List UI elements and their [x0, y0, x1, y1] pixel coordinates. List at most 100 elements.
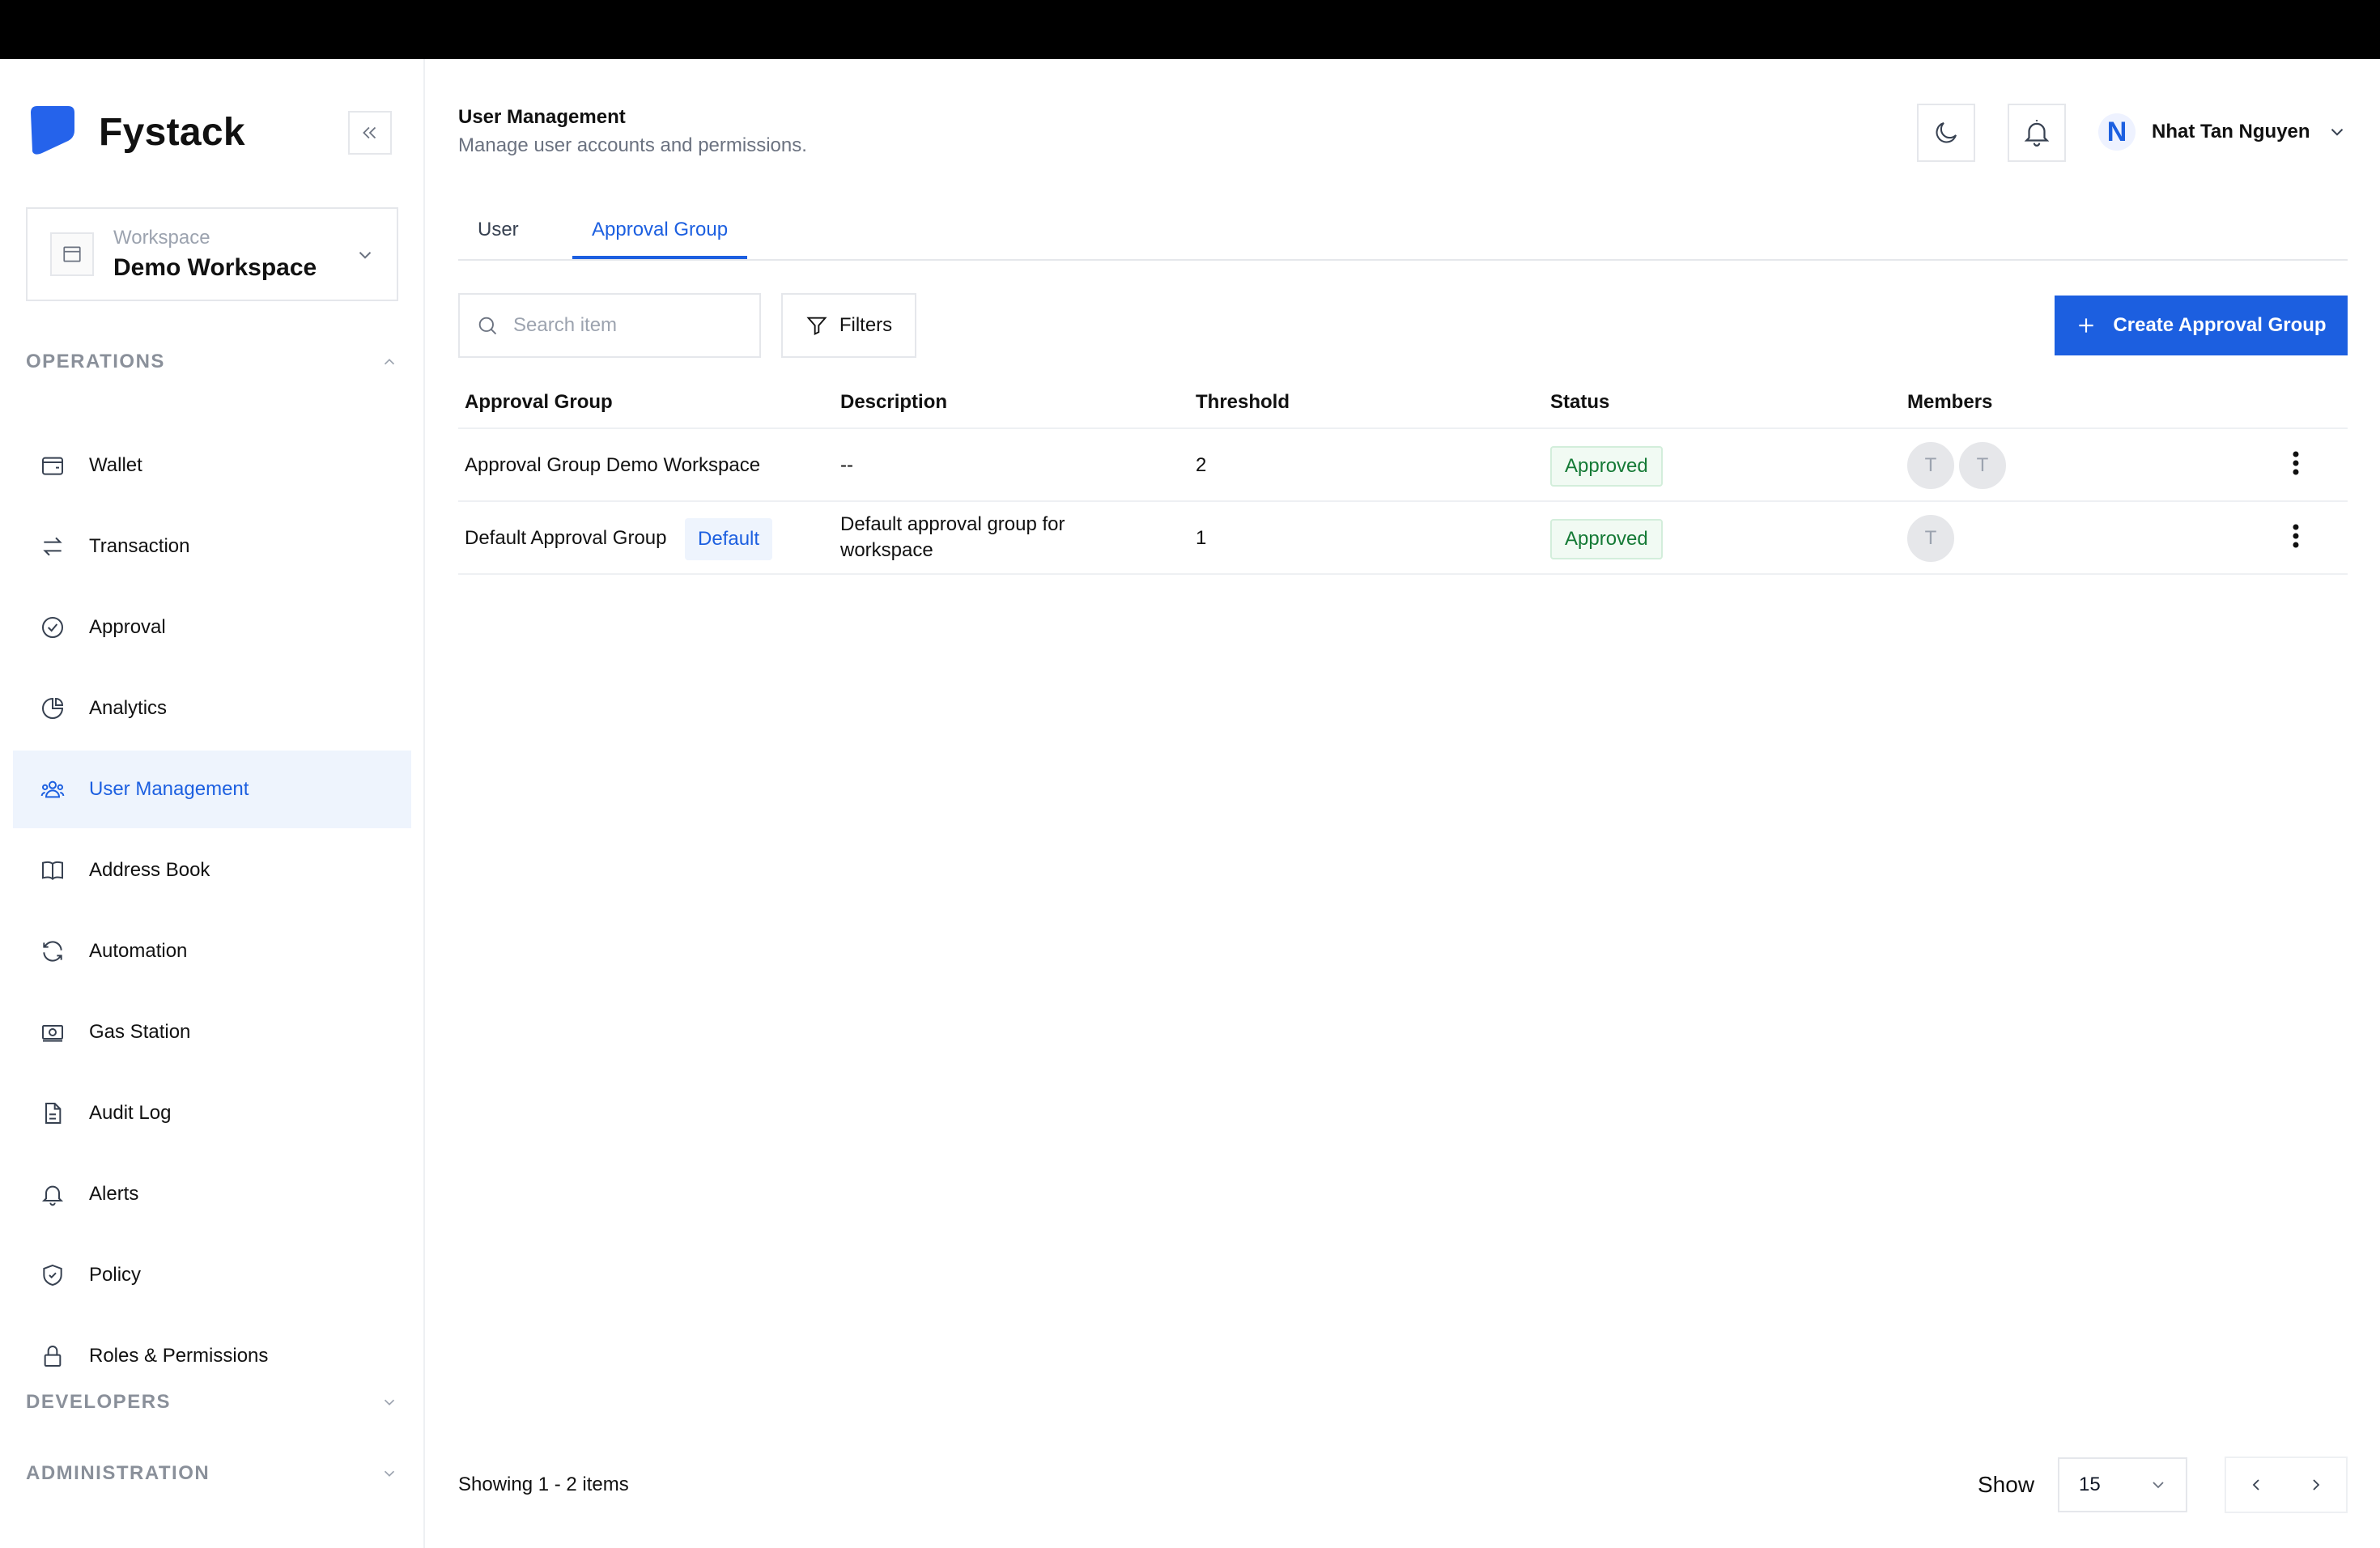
member-avatar: T: [1905, 512, 1957, 564]
section-administration[interactable]: ADMINISTRATION: [26, 1462, 398, 1485]
sidebar-item-label: Audit Log: [89, 1102, 172, 1124]
page-size-select[interactable]: 15: [2058, 1457, 2187, 1512]
transfer-arrows-icon: [37, 531, 68, 562]
member-avatar: T: [1957, 440, 2008, 491]
column-header-description: Description: [840, 391, 948, 413]
filters-label: Filters: [839, 314, 893, 336]
avatar: N: [2098, 113, 2136, 151]
chevron-down-icon: [359, 252, 372, 259]
sidebar-item-label: Approval: [89, 616, 166, 638]
row-divider: [458, 573, 2348, 575]
brand-name: Fystack: [99, 110, 245, 154]
sidebar-item-approval[interactable]: Approval: [13, 589, 411, 666]
column-header-threshold: Threshold: [1196, 391, 1290, 413]
chevron-down-icon: [2153, 1482, 2164, 1489]
section-developers[interactable]: DEVELOPERS: [26, 1391, 398, 1414]
page-size-label: Show: [1978, 1472, 2035, 1497]
moon-icon: [1936, 121, 1957, 143]
sidebar-item-label: Transaction: [89, 535, 190, 557]
sidebar-item-address-book[interactable]: Address Book: [13, 831, 411, 909]
section-operations[interactable]: OPERATIONS: [26, 351, 398, 373]
chevron-down-icon: [384, 1399, 395, 1406]
search-icon: [478, 317, 497, 335]
bell-icon: [2024, 120, 2050, 147]
lock-icon: [37, 1341, 68, 1372]
next-page-button[interactable]: [2306, 1475, 2326, 1495]
section-operations-label: OPERATIONS: [26, 351, 165, 372]
group-name: Approval Group Demo Workspace: [465, 454, 761, 476]
brand-logo[interactable]: Fystack: [31, 106, 245, 158]
sidebar-item-audit-log[interactable]: Audit Log: [13, 1074, 411, 1152]
sidebar-item-label: Wallet: [89, 454, 142, 476]
chevron-down-icon: [2331, 129, 2343, 136]
check-circle-icon: [37, 612, 68, 643]
header-divider: [458, 427, 2348, 429]
section-administration-label: ADMINISTRATION: [26, 1462, 210, 1484]
search-box: [458, 293, 761, 358]
wallet-icon: [37, 450, 68, 481]
sidebar-item-roles-permissions[interactable]: Roles & Permissions: [13, 1317, 411, 1395]
workspace-label: Workspace: [113, 227, 210, 249]
users-icon: [37, 774, 68, 805]
tab-approval-group[interactable]: Approval Group: [572, 219, 748, 259]
chevron-right-icon: [2313, 1479, 2320, 1491]
sidebar: Fystack Workspace Demo Workspace OPERATI…: [0, 59, 425, 1548]
tab-user[interactable]: User: [478, 219, 519, 256]
default-badge: Default: [685, 518, 773, 560]
group-threshold: 2: [1196, 454, 1207, 476]
create-approval-group-button[interactable]: Create Approval Group: [2055, 296, 2348, 355]
column-header-members: Members: [1907, 391, 1993, 413]
sidebar-item-label: Gas Station: [89, 1021, 191, 1043]
group-name: Default Approval Group: [465, 527, 667, 549]
shield-check-icon: [37, 1260, 68, 1291]
group-threshold: 1: [1196, 527, 1207, 549]
chevron-down-icon: [384, 1470, 395, 1477]
search-input[interactable]: [513, 314, 740, 337]
group-description-line2: workspace: [840, 539, 933, 561]
sidebar-item-user-management[interactable]: User Management: [13, 751, 411, 828]
fystack-logo-icon: [31, 106, 74, 155]
pagination-summary: Showing 1 - 2 items: [458, 1474, 629, 1495]
page-size-value: 15: [2079, 1474, 2101, 1495]
sidebar-item-wallet[interactable]: Wallet: [13, 427, 411, 504]
sidebar-item-label: Address Book: [89, 859, 210, 881]
row-divider: [458, 500, 2348, 502]
status-badge: Approved: [1550, 446, 1663, 487]
sidebar-item-label: User Management: [89, 778, 249, 800]
more-vertical-icon: [2293, 451, 2299, 475]
section-developers-label: DEVELOPERS: [26, 1391, 172, 1413]
filter-icon: [806, 317, 827, 336]
sidebar-item-label: Policy: [89, 1264, 142, 1286]
sidebar-item-transaction[interactable]: Transaction: [13, 508, 411, 585]
sidebar-item-alerts[interactable]: Alerts: [13, 1155, 411, 1233]
notifications-button[interactable]: [2008, 104, 2066, 162]
status-badge: Approved: [1550, 519, 1663, 559]
workspace-name: Demo Workspace: [113, 254, 317, 281]
chevrons-left-icon: [363, 126, 376, 139]
column-header-status: Status: [1550, 391, 1610, 413]
sidebar-item-gas-station[interactable]: Gas Station: [13, 993, 411, 1071]
row-actions-button[interactable]: [2284, 520, 2308, 552]
pagination-controls: [2225, 1457, 2348, 1513]
theme-toggle-button[interactable]: [1917, 104, 1975, 162]
member-avatar: T: [1905, 440, 1957, 491]
sidebar-item-label: Automation: [89, 940, 188, 962]
sidebar-item-automation[interactable]: Automation: [13, 912, 411, 990]
previous-page-button[interactable]: [2246, 1475, 2266, 1495]
group-description-line1: Default approval group for: [840, 513, 1065, 535]
user-menu[interactable]: N Nhat Tan Nguyen: [2098, 113, 2348, 151]
sidebar-item-policy[interactable]: Policy: [13, 1236, 411, 1314]
row-actions-button[interactable]: [2284, 447, 2308, 479]
sidebar-item-label: Analytics: [89, 697, 168, 719]
column-header-approval-group: Approval Group: [465, 391, 613, 413]
bell-icon: [37, 1179, 68, 1210]
collapse-sidebar-button[interactable]: [348, 111, 392, 155]
workspace-icon: [50, 232, 94, 276]
create-label: Create Approval Group: [2113, 314, 2327, 336]
document-icon: [37, 1098, 68, 1129]
workspace-selector[interactable]: Workspace Demo Workspace: [26, 207, 398, 301]
chevron-up-icon: [384, 359, 395, 365]
filters-button[interactable]: Filters: [781, 293, 916, 358]
book-icon: [37, 855, 68, 886]
sidebar-item-analytics[interactable]: Analytics: [13, 670, 411, 747]
